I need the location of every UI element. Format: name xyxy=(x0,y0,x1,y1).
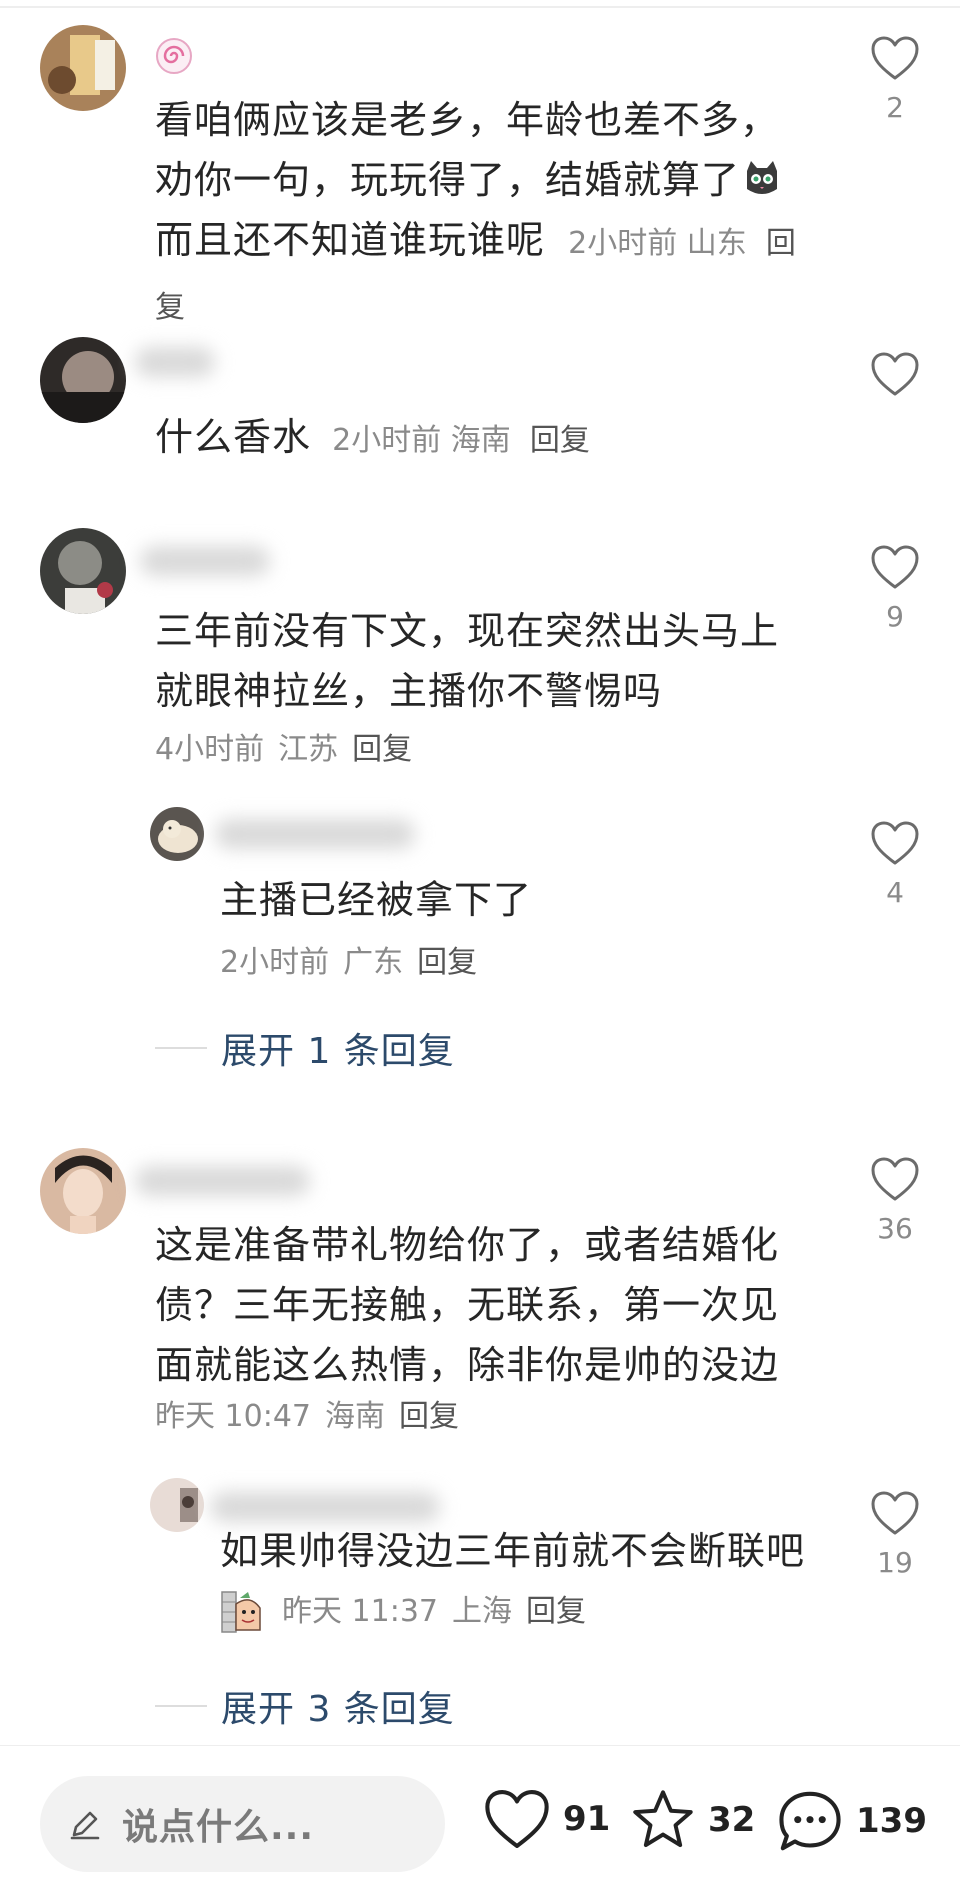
comment-body: 什么香水 xyxy=(155,415,312,459)
comment-text: 这是准备带礼物给你了，或者结婚化债？三年无接触，无联系，第一次见面就能这么热情，… xyxy=(155,1215,815,1395)
reply-body: 主播已经被拿下了 xyxy=(220,878,533,922)
like-count: 4 xyxy=(886,876,904,909)
bottom-action-bar: 说点什么... 91 32 139 xyxy=(0,1745,960,1898)
comment-body: 看咱俩应该是老乡，年龄也差不多，劝你一句，玩玩得了，结婚就算了 xyxy=(155,98,780,202)
heart-icon xyxy=(485,1790,549,1848)
expand-replies-button[interactable]: 展开 1 条回复 xyxy=(155,1022,455,1074)
comment-body: 三年前没有下文，现在突然出头马上就眼神拉丝，主播你不警惕吗 xyxy=(155,609,780,713)
like-button[interactable] xyxy=(865,351,925,397)
like-button[interactable]: 4 xyxy=(865,820,925,909)
avatar[interactable] xyxy=(150,1478,204,1532)
reply-meta: 昨天 11:37 上海 回复 xyxy=(220,1590,600,1634)
like-button[interactable]: 2 xyxy=(865,35,925,124)
top-divider xyxy=(0,6,960,8)
reply-text: 主播已经被拿下了 xyxy=(220,870,820,930)
expand-replies-label: 展开 3 条回复 xyxy=(221,1689,455,1730)
chat-bubble-icon xyxy=(779,1791,841,1851)
comment-location: 海南 xyxy=(450,423,511,458)
username-blurred[interactable] xyxy=(210,1492,440,1522)
comment-body: 这是准备带礼物给你了，或者结婚化债？三年无接触，无联系，第一次见面就能这么热情，… xyxy=(155,1223,780,1387)
cat-face-emoji-icon xyxy=(742,156,782,196)
comment-time: 昨天 10:47 xyxy=(155,1399,311,1434)
reply-button[interactable]: 回复 xyxy=(417,945,477,980)
comment-time: 2小时前 xyxy=(568,226,678,261)
expand-replies-label: 展开 1 条回复 xyxy=(221,1031,455,1072)
like-button[interactable]: 36 xyxy=(865,1156,925,1245)
post-like-count: 91 xyxy=(563,1799,611,1839)
expand-replies-button[interactable]: 展开 3 条回复 xyxy=(155,1680,455,1732)
post-favorite-count: 32 xyxy=(708,1800,756,1840)
comment-time: 4小时前 xyxy=(155,732,265,767)
comment-text: 什么香水 2小时前 海南 回复 xyxy=(155,407,815,471)
comment-meta: 昨天 10:47 海南 回复 xyxy=(155,1397,473,1437)
username-blurred[interactable] xyxy=(135,347,215,377)
reply-location: 广东 xyxy=(343,945,404,980)
avatar[interactable] xyxy=(150,807,204,861)
like-count: 19 xyxy=(877,1546,913,1579)
avatar[interactable] xyxy=(40,528,126,614)
avatar[interactable] xyxy=(40,25,126,111)
comment-body-tail: 而且还不知道谁玩谁呢 xyxy=(155,218,546,262)
like-button[interactable]: 9 xyxy=(865,544,925,633)
reply-location: 上海 xyxy=(452,1594,512,1629)
heart-icon xyxy=(871,1157,919,1201)
reply-button[interactable]: 回复 xyxy=(526,1592,586,1632)
avatar[interactable] xyxy=(40,337,126,423)
wall-peek-emoji-icon xyxy=(220,1590,264,1634)
reply-button[interactable]: 回复 xyxy=(530,423,590,458)
reply-text: 如果帅得没边三年前就不会断联吧 xyxy=(220,1521,840,1581)
comment-input[interactable]: 说点什么... xyxy=(40,1776,445,1872)
comment-location: 山东 xyxy=(686,226,747,261)
expand-divider xyxy=(155,1047,207,1049)
comment-time: 2小时前 xyxy=(332,423,442,458)
username-blurred[interactable] xyxy=(140,546,270,576)
reply-button[interactable]: 回复 xyxy=(399,1399,459,1434)
username-blurred[interactable] xyxy=(215,819,415,849)
comment-location: 江苏 xyxy=(278,732,339,767)
reply-time: 2小时前 xyxy=(220,945,330,980)
avatar[interactable] xyxy=(40,1148,126,1234)
reply-time: 昨天 11:37 xyxy=(282,1594,438,1629)
expand-divider xyxy=(155,1705,207,1707)
favorite-post-button[interactable]: 32 xyxy=(630,1788,755,1852)
comment-meta: 4小时前 江苏 回复 xyxy=(155,730,426,770)
username-blurred[interactable] xyxy=(135,1166,310,1196)
reply-meta: 2小时前 广东 回复 xyxy=(220,943,491,983)
reply-body: 如果帅得没边三年前就不会断联吧 xyxy=(220,1529,806,1573)
comment-location: 海南 xyxy=(325,1399,385,1434)
heart-icon xyxy=(871,1491,919,1535)
like-button[interactable]: 19 xyxy=(865,1490,925,1579)
comment-input-placeholder: 说点什么... xyxy=(122,1807,315,1848)
heart-icon xyxy=(871,545,919,589)
like-count: 2 xyxy=(886,91,904,124)
comment-text: 看咱俩应该是老乡，年龄也差不多，劝你一句，玩玩得了，结婚就算了而且还不知道谁玩谁… xyxy=(155,90,815,338)
heart-icon xyxy=(871,821,919,865)
like-count: 36 xyxy=(877,1212,913,1245)
reply-button[interactable]: 回复 xyxy=(352,732,412,767)
comment-post-button[interactable]: 139 xyxy=(776,1788,927,1854)
pencil-icon xyxy=(70,1811,100,1840)
star-icon xyxy=(633,1790,693,1848)
heart-icon xyxy=(871,36,919,80)
comment-text: 三年前没有下文，现在突然出头马上就眼神拉丝，主播你不警惕吗 xyxy=(155,601,815,721)
lollipop-badge-icon xyxy=(155,37,193,75)
post-comment-count: 139 xyxy=(856,1801,927,1841)
like-post-button[interactable]: 91 xyxy=(483,1788,610,1850)
heart-icon xyxy=(871,352,919,396)
like-count: 9 xyxy=(886,600,904,633)
